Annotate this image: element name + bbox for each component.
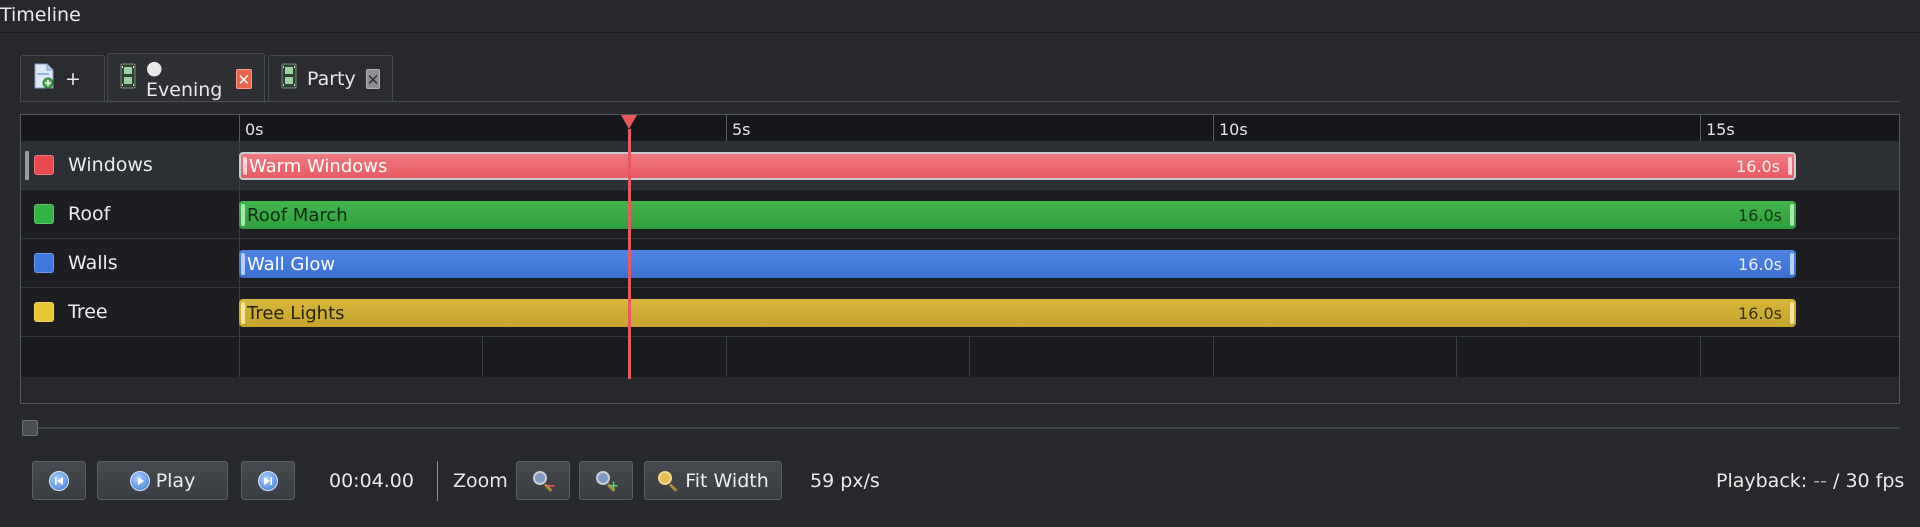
magnifier-icon [657,470,679,492]
track-roof[interactable]: Roof Roof March 16.0s [21,190,1899,239]
ruler-tick [1213,115,1214,141]
clip-duration: 16.0s [1736,156,1780,176]
tab-new-sequence[interactable]: + [20,55,105,101]
grid-line [1213,337,1214,377]
track-windows[interactable]: Windows Warm Windows 16.0s [21,141,1899,190]
track-header[interactable]: Roof [21,190,240,238]
grid-line [1456,337,1457,377]
playback-value: -- [1813,470,1827,492]
ruler-label: 10s [1219,120,1248,139]
track-name: Tree [68,301,108,323]
ruler-label: 0s [245,120,264,139]
zoom-out-icon: − [532,470,556,493]
play-icon [129,470,150,491]
playback-status: Playback: -- / 30 fps [1716,470,1904,492]
tab-party[interactable]: Party ✕ [268,55,393,101]
track-name: Roof [68,203,111,225]
tab-bar: + ● Evening ✕ Party ✕ [20,53,1900,103]
playback-fps: / 30 fps [1833,470,1905,492]
close-tab-icon[interactable]: ✕ [365,68,381,89]
grid-line [239,337,240,377]
divider [437,461,438,501]
zoom-out-button[interactable]: − [516,461,570,500]
selection-indicator [25,151,29,180]
zoom-scale: 59 px/s [810,470,880,492]
clip-label: Roof March [247,204,348,226]
playback-label: Playback: [1716,470,1808,492]
track-color-swatch[interactable] [34,253,54,273]
divider [20,101,1900,102]
ruler-tick [726,115,727,141]
fit-width-label: Fit Width [685,469,769,492]
track-color-swatch[interactable] [34,302,54,322]
clip-duration: 16.0s [1738,254,1782,274]
close-tab-icon[interactable]: ✕ [235,68,252,89]
clip-tree-lights[interactable]: Tree Lights 16.0s [239,299,1796,327]
empty-track-area[interactable] [21,337,1899,378]
track-header[interactable]: Walls [21,239,240,287]
tab-label: ● Evening [146,56,223,101]
timeline-scrollbar[interactable] [22,420,1900,436]
clip-label: Warm Windows [249,155,388,177]
time-ruler[interactable]: 0s 5s 10s 15s [21,115,1899,142]
divider [0,32,1920,33]
film-strip-icon [120,63,136,94]
skip-forward-icon [258,470,278,491]
tab-label: Party [307,67,356,90]
skip-to-end-button[interactable] [241,461,295,500]
clip-duration: 16.0s [1738,205,1782,225]
clip-roof-march[interactable]: Roof March 16.0s [239,201,1796,229]
scrollbar-track[interactable] [22,427,1900,429]
new-sequence-icon [33,63,55,94]
playhead-line[interactable] [627,129,631,379]
zoom-in-icon: + [595,470,619,493]
ruler-label: 15s [1706,120,1735,139]
clip-label: Wall Glow [247,253,336,275]
timeline-footer [21,377,1899,403]
skip-to-start-button[interactable] [32,461,86,500]
grid-line [482,337,483,377]
tab-label: + [65,67,81,90]
timeline[interactable]: 0s 5s 10s 15s Windows Warm Windows 16.0s… [20,114,1900,404]
clip-label: Tree Lights [247,302,345,324]
fit-width-button[interactable]: Fit Width [644,461,782,500]
film-strip-icon [281,63,297,94]
panel-title: Timeline [0,4,81,26]
grid-line [1700,337,1701,377]
grid-line [726,337,727,377]
zoom-label: Zoom [453,470,508,492]
track-tree[interactable]: Tree Tree Lights 16.0s [21,288,1899,337]
skip-back-icon [49,470,69,491]
track-color-swatch[interactable] [34,204,54,224]
current-time: 00:04.00 [329,470,414,492]
clip-wall-glow[interactable]: Wall Glow 16.0s [239,250,1796,278]
scrollbar-handle[interactable] [22,420,38,436]
tab-evening[interactable]: ● Evening ✕ [107,53,265,103]
ruler-tick [1700,115,1701,141]
track-header[interactable]: Windows [21,141,240,189]
track-name: Walls [68,252,118,274]
track-header[interactable]: Tree [21,288,240,336]
track-walls[interactable]: Walls Wall Glow 16.0s [21,239,1899,288]
play-label: Play [155,469,196,492]
ruler-label: 5s [732,120,751,139]
transport-controls: Play 00:04.00 Zoom − + Fit Width 59 px/s… [32,461,1920,501]
clip-warm-windows[interactable]: Warm Windows 16.0s [239,152,1796,180]
ruler-tick [239,115,240,141]
grid-line [969,337,970,377]
playhead-handle[interactable] [620,115,637,129]
zoom-in-button[interactable]: + [579,461,633,500]
play-button[interactable]: Play [97,461,228,500]
track-name: Windows [68,154,153,176]
track-color-swatch[interactable] [34,155,54,175]
clip-duration: 16.0s [1738,303,1782,323]
